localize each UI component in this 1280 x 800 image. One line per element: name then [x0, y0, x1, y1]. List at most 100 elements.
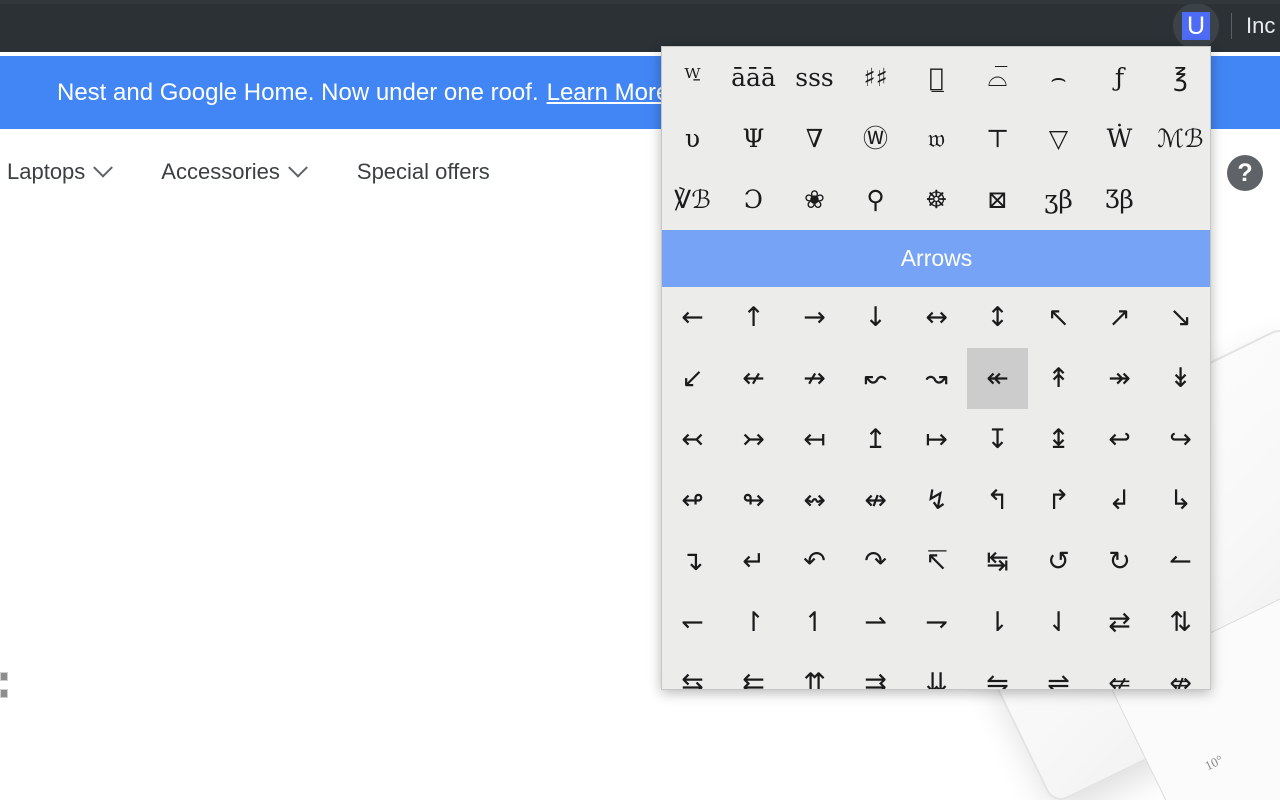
- arrow-cell[interactable]: ↭: [784, 470, 845, 531]
- symbol-cell[interactable]: υ: [662, 108, 723, 169]
- arrow-cell[interactable]: ↠: [1089, 348, 1150, 409]
- arrow-cell[interactable]: ⇅: [1150, 592, 1210, 653]
- symbol-cell[interactable]: ʒβ: [1028, 169, 1089, 230]
- symbol-cell[interactable]: āāā: [723, 47, 784, 108]
- arrow-cell[interactable]: ↥: [845, 409, 906, 470]
- symbol-cell[interactable]: ⌢: [1028, 47, 1089, 108]
- symbol-cell[interactable]: ⌒̲: [906, 47, 967, 108]
- arrow-cell[interactable]: ⇄: [1089, 592, 1150, 653]
- arrow-cell[interactable]: ↹: [967, 531, 1028, 592]
- arrow-cell[interactable]: ↻: [1089, 531, 1150, 592]
- arrow-cell[interactable]: ↷: [845, 531, 906, 592]
- arrow-cell[interactable]: →: [784, 287, 845, 348]
- symbol-cell[interactable]: Ɔ: [723, 169, 784, 230]
- arrow-cell[interactable]: ↽: [662, 592, 723, 653]
- arrow-cell[interactable]: ↦: [906, 409, 967, 470]
- arrow-cell-selected[interactable]: ↞: [967, 348, 1028, 409]
- arrow-cell[interactable]: ⇉: [845, 653, 906, 689]
- symbol-cell[interactable]: 𝔴: [906, 108, 967, 169]
- arrow-cell[interactable]: ↬: [723, 470, 784, 531]
- symbol-cell[interactable]: ℣ℬ: [662, 169, 723, 230]
- symbol-cell[interactable]: ▽: [1028, 108, 1089, 169]
- arrow-cell[interactable]: ↛: [784, 348, 845, 409]
- arrow-cell[interactable]: ↮: [845, 470, 906, 531]
- symbol-cell[interactable]: ⌓̅: [967, 47, 1028, 108]
- arrow-cell[interactable]: ↿: [784, 592, 845, 653]
- symbol-cell[interactable]: Ʒβ: [1089, 169, 1150, 230]
- arrow-cell[interactable]: ↾: [723, 592, 784, 653]
- symbol-grid-misc[interactable]: ᵂ̵ āāā sss ♯♯ ⌒̲ ⌓̅ ⌢ ƒ ℥ υ Ψ ∇ Ⓦ𝔴 ⊤ ▽ Ẇ ℳℬ ℣ℬ Ɔ ❀ ⚲ ☸ ⊠ ʒβ Ʒβ: [662, 47, 1210, 230]
- arrow-cell[interactable]: ⇊: [906, 653, 967, 689]
- symbol-cell[interactable]: ⊠: [967, 169, 1028, 230]
- edge-handle[interactable]: [0, 672, 8, 681]
- arrow-cell[interactable]: ⇈: [784, 653, 845, 689]
- character-picker-panel[interactable]: ᵂ̵ āāā sss ♯♯ ⌒̲ ⌓̅ ⌢ ƒ ℥ υ Ψ ∇ Ⓦ𝔴 ⊤ ▽ Ẇ ℳℬ ℣ℬ Ɔ ❀ ⚲ ☸ ⊠ ʒβ Ʒβ A…: [661, 46, 1211, 690]
- edge-handle[interactable]: [0, 689, 8, 698]
- symbol-cell[interactable]: ⊤: [967, 108, 1028, 169]
- symbol-cell[interactable]: ∇: [784, 108, 845, 169]
- symbol-cell[interactable]: Ẇ: [1089, 108, 1150, 169]
- symbol-cell[interactable]: sss: [784, 47, 845, 108]
- arrow-cell[interactable]: ⇆: [662, 653, 723, 689]
- arrow-cell[interactable]: ↲: [1089, 470, 1150, 531]
- symbol-cell[interactable]: Ⓦ: [845, 108, 906, 169]
- arrow-cell[interactable]: ⇍: [1089, 653, 1150, 689]
- avatar[interactable]: U: [1173, 3, 1219, 49]
- arrow-cell[interactable]: ⇀: [845, 592, 906, 653]
- arrow-cell[interactable]: ←: [662, 287, 723, 348]
- arrow-cell[interactable]: ↢: [662, 409, 723, 470]
- symbol-cell[interactable]: Ψ: [723, 108, 784, 169]
- arrow-cell[interactable]: ↗: [1089, 287, 1150, 348]
- nav-item-special-offers[interactable]: Special offers: [357, 159, 490, 185]
- help-icon[interactable]: ?: [1227, 155, 1263, 191]
- arrow-cell[interactable]: ↙: [662, 348, 723, 409]
- symbol-cell[interactable]: ☸: [906, 169, 967, 230]
- arrow-cell[interactable]: ↚: [723, 348, 784, 409]
- nav-item-accessories[interactable]: Accessories: [161, 157, 308, 185]
- arrow-cell[interactable]: ↳: [1150, 470, 1210, 531]
- arrow-cell[interactable]: ↯: [906, 470, 967, 531]
- arrow-cell[interactable]: ↸: [906, 531, 967, 592]
- nav-item-laptops[interactable]: Laptops: [7, 157, 114, 185]
- arrow-cell[interactable]: ⇂: [967, 592, 1028, 653]
- arrow-cell[interactable]: ⇎: [1150, 653, 1210, 689]
- account-label[interactable]: Inc: [1246, 13, 1280, 39]
- arrow-cell[interactable]: ↴: [662, 531, 723, 592]
- arrow-cell[interactable]: ↶: [784, 531, 845, 592]
- arrow-cell[interactable]: ⇌: [1028, 653, 1089, 689]
- arrow-cell[interactable]: ↩: [1089, 409, 1150, 470]
- arrow-cell[interactable]: ↡: [1150, 348, 1210, 409]
- symbol-cell[interactable]: [1150, 169, 1210, 230]
- symbol-cell[interactable]: ƒ: [1089, 47, 1150, 108]
- arrow-cell[interactable]: ↧: [967, 409, 1028, 470]
- arrow-cell[interactable]: ↜: [845, 348, 906, 409]
- arrow-cell[interactable]: ↔: [906, 287, 967, 348]
- arrow-cell[interactable]: ↝: [906, 348, 967, 409]
- arrow-cell[interactable]: ↓: [845, 287, 906, 348]
- symbol-cell[interactable]: ♯♯: [845, 47, 906, 108]
- promo-learn-more-link[interactable]: Learn More: [547, 79, 670, 107]
- arrow-cell[interactable]: ↣: [723, 409, 784, 470]
- arrow-cell[interactable]: ⇋: [967, 653, 1028, 689]
- arrow-cell[interactable]: ↱: [1028, 470, 1089, 531]
- arrow-cell[interactable]: ↟: [1028, 348, 1089, 409]
- arrow-cell[interactable]: ↰: [967, 470, 1028, 531]
- arrow-cell[interactable]: ↨: [1028, 409, 1089, 470]
- left-edge-handles[interactable]: [0, 672, 8, 698]
- symbol-grid-arrows[interactable]: ← ↑ → ↓ ↔ ↕ ↖ ↗ ↘ ↙ ↚ ↛ ↜ ↝ ↞ ↟ ↠ ↡ ↢ ↣ ↤ ↥ ↦ ↧ ↨ ↩ ↪ ↫ ↬ ↭ ↮ ↯ ↰ ↱ ↲ ↳ ↴ ↵ ↶ ↷…: [662, 287, 1210, 689]
- symbol-cell[interactable]: ᵂ̵: [662, 47, 723, 108]
- arrow-cell[interactable]: ↕: [967, 287, 1028, 348]
- arrow-cell[interactable]: ↑: [723, 287, 784, 348]
- arrow-cell[interactable]: ⇃: [1028, 592, 1089, 653]
- symbol-cell[interactable]: ℳℬ: [1150, 108, 1210, 169]
- arrow-cell[interactable]: ↪: [1150, 409, 1210, 470]
- symbol-cell[interactable]: ❀: [784, 169, 845, 230]
- arrow-cell[interactable]: ⇇: [723, 653, 784, 689]
- symbol-cell[interactable]: ⚲: [845, 169, 906, 230]
- arrow-cell[interactable]: ↵: [723, 531, 784, 592]
- arrow-cell[interactable]: ↺: [1028, 531, 1089, 592]
- arrow-cell[interactable]: ↫: [662, 470, 723, 531]
- arrow-cell[interactable]: ↤: [784, 409, 845, 470]
- arrow-cell[interactable]: ↖: [1028, 287, 1089, 348]
- symbol-cell[interactable]: ℥: [1150, 47, 1210, 108]
